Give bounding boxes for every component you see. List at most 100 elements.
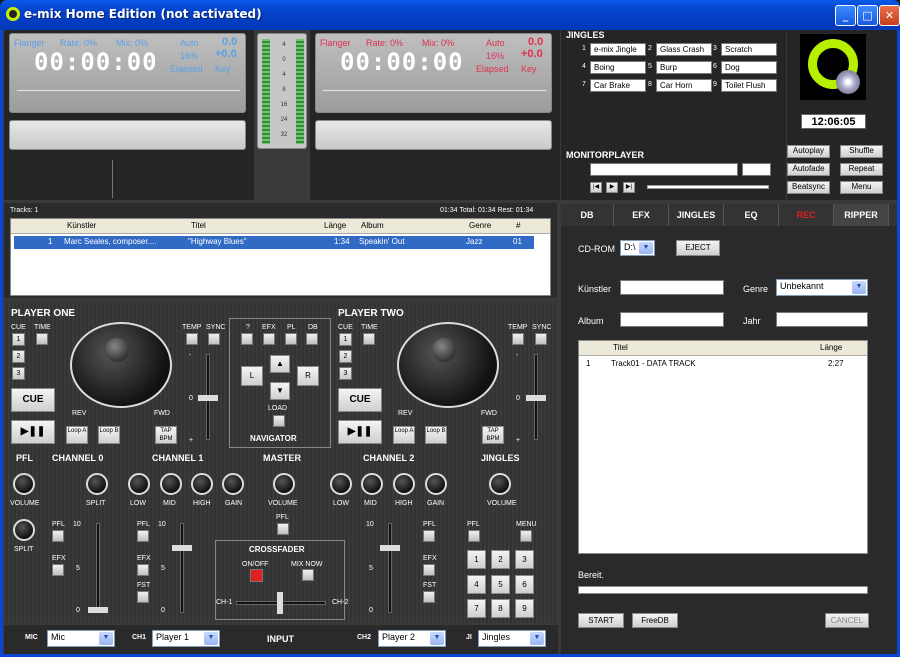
nav-down-button[interactable]: ▼ — [270, 382, 290, 400]
ch1-volume-fader[interactable] — [180, 523, 184, 613]
col-genre[interactable]: Genre — [469, 219, 491, 233]
monitor-prev-button[interactable]: |◀ — [590, 182, 602, 193]
maximize-button[interactable]: □ — [857, 5, 878, 26]
nav-right-button[interactable]: R — [297, 366, 319, 386]
list-item[interactable]: 1 Track01 - DATA TRACK 2:27 — [579, 358, 867, 371]
nav-pl-button[interactable] — [285, 333, 297, 345]
jingle-button-8[interactable]: Car Horn — [656, 79, 712, 92]
jingle-button-4[interactable]: Boing — [590, 61, 646, 74]
deck2-position-bar[interactable] — [322, 89, 547, 92]
ch2-input-select[interactable]: Player 2 ▼ — [378, 630, 446, 647]
p2-jog-wheel[interactable] — [397, 322, 499, 408]
repeat-button[interactable]: Repeat — [840, 163, 883, 176]
p1-play-pause-button[interactable]: ▶❚❚ — [11, 420, 55, 444]
pfl-split-knob[interactable] — [13, 519, 35, 541]
nav-db-button[interactable] — [306, 333, 318, 345]
kuenstler-input[interactable] — [620, 280, 724, 295]
p2-time-toggle[interactable] — [363, 333, 375, 345]
p1-loop-a-button[interactable]: Loop A — [66, 426, 88, 444]
p1-pitch-handle[interactable] — [198, 395, 218, 401]
jingle-button-9[interactable]: Toilet Flush — [721, 79, 777, 92]
freedb-button[interactable]: FreeDB — [632, 613, 678, 628]
jingle-button-6[interactable]: Dog — [721, 61, 777, 74]
jingle-pad-2[interactable]: 2 — [491, 550, 510, 569]
tab-db[interactable]: DB — [561, 204, 614, 226]
p1-loop-b-button[interactable]: Loop B — [98, 426, 120, 444]
table-row[interactable]: 1 Marc Seales, composer.... "Highway Blu… — [14, 236, 534, 249]
cancel-button[interactable]: CANCEL — [825, 613, 869, 628]
ch2-gain-knob[interactable] — [425, 473, 447, 495]
monitor-position-bar[interactable] — [647, 185, 769, 189]
menu-button[interactable]: Menu — [840, 181, 883, 194]
crossfader-onoff-button[interactable] — [250, 569, 263, 582]
p2-loop-b-button[interactable]: Loop B — [425, 426, 447, 444]
tab-ripper[interactable]: RIPPER — [834, 204, 889, 226]
eject-button[interactable]: EJECT — [676, 240, 720, 256]
p1-time-toggle[interactable] — [36, 333, 48, 345]
autofade-button[interactable]: Autofade — [787, 163, 830, 176]
col-track-laenge[interactable]: Länge — [820, 341, 842, 355]
col-track-titel[interactable]: Titel — [613, 341, 628, 355]
ch2-mid-knob[interactable] — [361, 473, 383, 495]
nav-up-button[interactable]: ▲ — [270, 355, 290, 373]
p1-temp-toggle[interactable] — [186, 333, 198, 345]
autoplay-button[interactable]: Autoplay — [787, 145, 830, 158]
start-button[interactable]: START — [578, 613, 624, 628]
ch0-volume-fader[interactable] — [96, 523, 100, 613]
p1-jog-wheel[interactable] — [70, 322, 172, 408]
jingle-pad-3[interactable]: 3 — [515, 550, 534, 569]
mic-select[interactable]: Mic ▼ — [47, 630, 115, 647]
monitor-play-button[interactable]: ▶ — [606, 182, 618, 193]
jingle-pad-8[interactable]: 8 — [491, 599, 510, 618]
jingle-button-5[interactable]: Burp — [656, 61, 712, 74]
tab-efx[interactable]: EFX — [614, 204, 669, 226]
p1-tap-bpm-button[interactable]: TAP BPM — [155, 426, 177, 444]
p2-play-pause-button[interactable]: ▶❚❚ — [338, 420, 382, 444]
deck1-position-bar[interactable] — [16, 89, 241, 92]
ch2-fst-button[interactable] — [423, 591, 435, 603]
master-volume-knob[interactable] — [273, 473, 295, 495]
master-pfl-button[interactable] — [277, 523, 289, 535]
genre-select[interactable]: Unbekannt ▼ — [776, 279, 868, 296]
tab-jingles[interactable]: JINGLES — [669, 204, 724, 226]
cdrom-drive-select[interactable]: D:\ ▼ — [620, 240, 655, 256]
p2-cue-point-2[interactable]: 2 — [339, 350, 352, 363]
ch1-input-select[interactable]: Player 1 ▼ — [152, 630, 220, 647]
p1-sync-toggle[interactable] — [208, 333, 220, 345]
p2-temp-toggle[interactable] — [512, 333, 524, 345]
ch0-volume-handle[interactable] — [88, 607, 108, 613]
ch1-mid-knob[interactable] — [160, 473, 182, 495]
jingles-menu-button[interactable] — [520, 530, 532, 542]
p2-cue-point-1[interactable]: 1 — [339, 333, 352, 346]
ch0-pfl-button[interactable] — [52, 530, 64, 542]
jingles-volume-knob[interactable] — [489, 473, 511, 495]
jingle-pad-9[interactable]: 9 — [515, 599, 534, 618]
ch1-gain-knob[interactable] — [222, 473, 244, 495]
jingles-input-select[interactable]: Jingles ▼ — [478, 630, 546, 647]
nav-help-button[interactable] — [241, 333, 253, 345]
tab-rec[interactable]: REC — [779, 204, 834, 226]
col-number[interactable]: # — [516, 219, 520, 233]
tab-eq[interactable]: EQ — [724, 204, 779, 226]
col-titel[interactable]: Titel — [191, 219, 206, 233]
p2-loop-a-button[interactable]: Loop A — [393, 426, 415, 444]
jingle-pad-7[interactable]: 7 — [467, 599, 486, 618]
p1-cue-point-2[interactable]: 2 — [12, 350, 25, 363]
p2-sync-toggle[interactable] — [535, 333, 547, 345]
crossfader-handle[interactable] — [277, 592, 283, 614]
jingle-button-2[interactable]: Glass Crash — [656, 43, 712, 56]
p1-cue-button[interactable]: CUE — [11, 388, 55, 412]
ch2-pfl-button[interactable] — [423, 530, 435, 542]
nav-efx-button[interactable] — [263, 333, 275, 345]
ch0-split-knob[interactable] — [86, 473, 108, 495]
mix-now-button[interactable] — [302, 569, 314, 581]
col-laenge[interactable]: Länge — [324, 219, 346, 233]
jingles-pfl-button[interactable] — [468, 530, 480, 542]
minimize-button[interactable]: _ — [835, 5, 856, 26]
ch1-efx-button[interactable] — [137, 564, 149, 576]
deck1-flanger[interactable]: Flanger — [14, 38, 45, 48]
beatsync-button[interactable]: Beatsync — [787, 181, 830, 194]
nav-load-button[interactable] — [273, 415, 285, 427]
ch1-pfl-button[interactable] — [137, 530, 149, 542]
jahr-input[interactable] — [776, 312, 868, 327]
